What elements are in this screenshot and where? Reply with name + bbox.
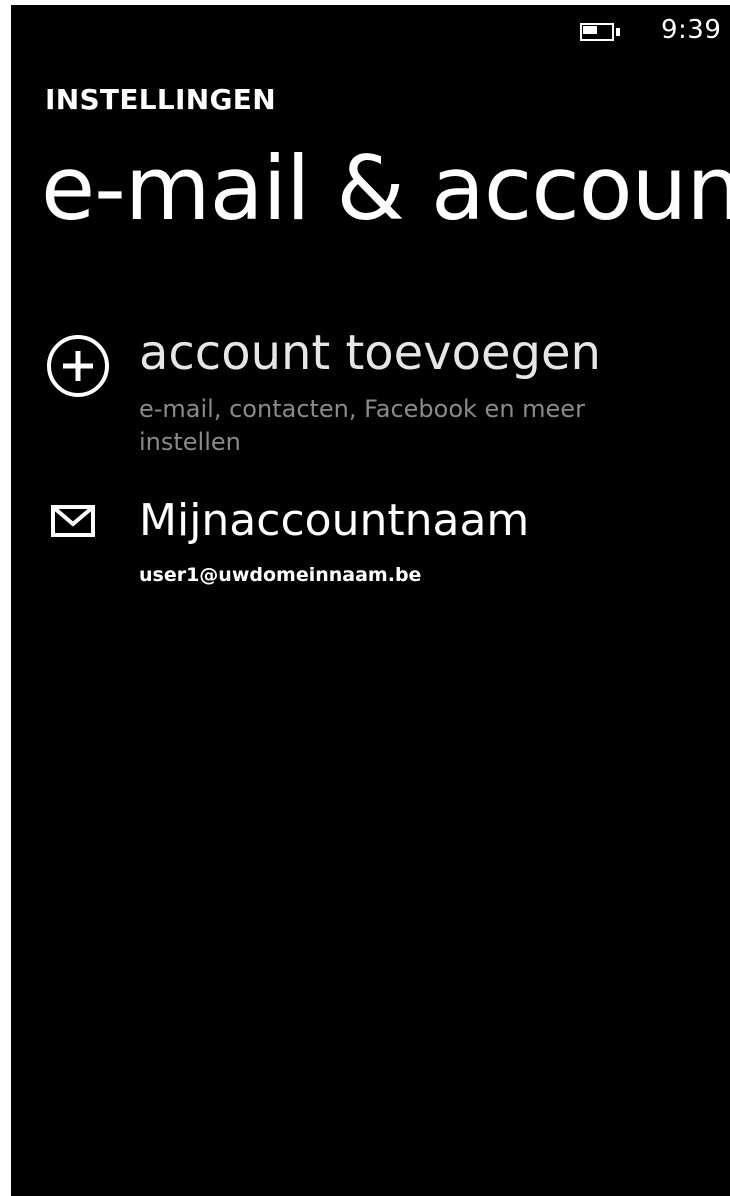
mail-icon (51, 505, 95, 537)
add-account-subtitle: e-mail, contacten, Facebook en meer inst… (139, 395, 585, 456)
battery-icon (580, 23, 620, 41)
page-title: e-mail & accounts (41, 137, 730, 240)
account-item[interactable]: Mijnaccountnaam user1@uwdomeinnaam.be (11, 495, 730, 605)
add-account-title: account toevoegen (139, 325, 601, 381)
status-bar: 9:39 (11, 5, 730, 53)
account-name: Mijnaccountnaam (139, 495, 530, 546)
phone-screen: 9:39 INSTELLINGEN e-mail & accounts acco… (11, 5, 730, 1196)
account-email: user1@uwdomeinnaam.be (139, 564, 422, 586)
plus-circle-icon (47, 335, 109, 397)
battery-fill (583, 26, 597, 34)
add-account-item[interactable]: account toevoegen e-mail, contacten, Fac… (11, 323, 730, 473)
status-time: 9:39 (661, 15, 722, 45)
section-label: INSTELLINGEN (45, 83, 276, 116)
